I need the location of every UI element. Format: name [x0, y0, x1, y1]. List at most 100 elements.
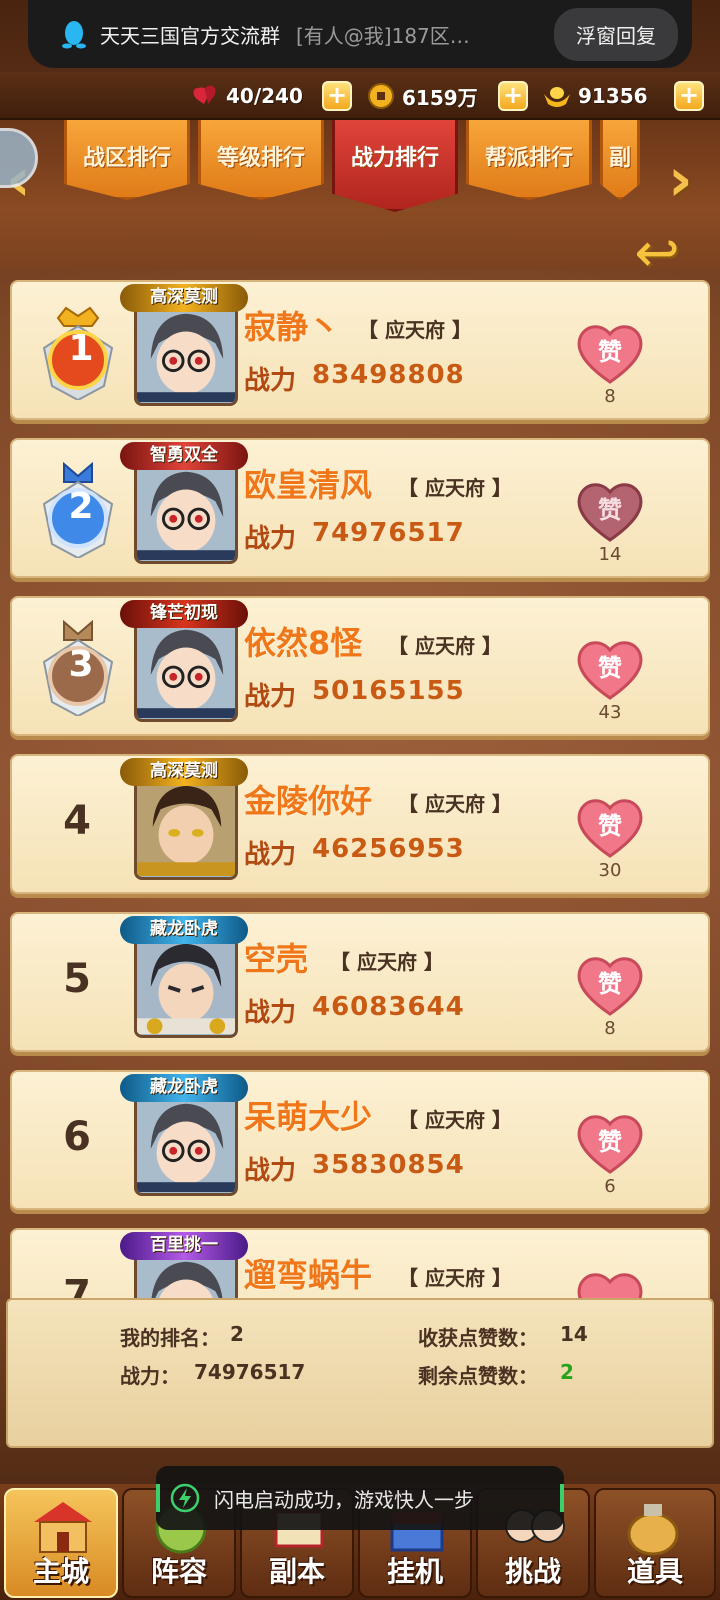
ranking-row[interactable]: 6 藏龙卧虎 呆萌大少 【 应天府 】 战力 35830854 赞 6: [10, 1070, 710, 1210]
tab-power-ranking[interactable]: 战力排行: [332, 120, 458, 212]
power-value: 46256953: [312, 834, 465, 864]
like-heart-icon[interactable]: 赞: [574, 478, 646, 542]
nav-label: 挂机: [386, 1555, 443, 1588]
qq-penguin-icon: [62, 21, 86, 49]
notification-banner[interactable]: 天天三国官方交流群 [有人@我]187区… 浮窗回复: [28, 0, 692, 68]
remaining-likes-value: 2: [560, 1360, 574, 1384]
like-count: 6: [604, 1176, 616, 1197]
power-label: 战力: [244, 840, 297, 870]
power-value: 50165155: [312, 676, 465, 706]
add-gold-button[interactable]: +: [674, 81, 704, 111]
player-server: 【 应天府 】: [388, 634, 502, 658]
player-name: 金陵你好: [244, 782, 373, 820]
ranking-row[interactable]: 1 高深莫测 寂静丶 【 应天府 】 战力 83498808 赞 8: [10, 280, 710, 420]
avatar[interactable]: [134, 458, 238, 564]
copper-resource: 6159万: [366, 80, 478, 112]
my-rank-value: 2: [230, 1322, 244, 1346]
remaining-likes-label: 剩余点赞数：: [418, 1364, 538, 1388]
resource-bar: 40/240 + 6159万 + 91356 +: [0, 72, 720, 120]
player-server: 【 应天府 】: [398, 1266, 512, 1290]
nav-label: 道具: [626, 1555, 683, 1588]
like-heart-icon[interactable]: 赞: [574, 636, 646, 700]
player-portrait-icon: [137, 462, 235, 560]
tab-level-ranking[interactable]: 等级排行: [198, 120, 324, 200]
ranking-row[interactable]: 5 藏龙卧虎 空壳 【 应天府 】 战力 46083644 赞 8: [10, 912, 710, 1052]
like-label: 赞: [597, 970, 622, 998]
ranking-row[interactable]: 3 锋芒初现 依然8怪 【 应天府 】 战力 50165155 赞 43: [10, 596, 710, 736]
like-count: 30: [598, 860, 622, 881]
copper-coin-icon: [368, 83, 394, 109]
nav-label: 副本: [268, 1555, 325, 1588]
like-label: 赞: [597, 338, 622, 366]
ranking-list[interactable]: 1 高深莫测 寂静丶 【 应天府 】 战力 83498808 赞 8 2 智勇双…: [0, 278, 720, 1298]
lightning-icon: [170, 1483, 200, 1513]
player-server: 【 应天府 】: [398, 792, 512, 816]
power-label: 战力: [244, 682, 297, 712]
tab-zone-ranking[interactable]: 战区排行: [64, 120, 190, 200]
player-title-badge: 百里挑一: [120, 1232, 248, 1260]
player-portrait-icon: [137, 936, 235, 1034]
like-count: 14: [598, 544, 622, 565]
rank-number: 3: [68, 644, 94, 685]
my-ranking-panel: 我的排名： 2 战力： 74976517 收获点赞数： 14 剩余点赞数： 2: [6, 1298, 714, 1448]
player-portrait-icon: [137, 620, 235, 718]
toast-accent-left: [156, 1484, 160, 1512]
ranking-row[interactable]: 4 高深莫测 金陵你好 【 应天府 】 战力 46256953 赞 30: [10, 754, 710, 894]
tab-dungeon-ranking[interactable]: 副: [600, 120, 640, 200]
toast-message: 闪电启动成功，游戏快人一步: [156, 1466, 564, 1530]
like-heart-icon[interactable]: 赞: [574, 1110, 646, 1174]
player-title-badge: 藏龙卧虎: [120, 1074, 248, 1102]
nav-items[interactable]: 道具: [594, 1488, 716, 1598]
player-server: 【 应天府 】: [398, 1108, 512, 1132]
like-heart-icon[interactable]: [574, 1268, 646, 1298]
avatar[interactable]: [134, 616, 238, 722]
player-portrait-icon: [137, 304, 235, 402]
avatar[interactable]: [134, 774, 238, 880]
player-title-badge: 智勇双全: [120, 442, 248, 470]
ranking-row[interactable]: 7 百里挑一 遛弯蜗牛 【 应天府 】: [10, 1228, 710, 1298]
player-server: 【 应天府 】: [358, 318, 472, 342]
player-portrait-icon: [137, 778, 235, 876]
like-label: 赞: [597, 654, 622, 682]
avatar[interactable]: [134, 300, 238, 406]
ranking-row[interactable]: 2 智勇双全 欧皇清风 【 应天府 】 战力 74976517 赞 14: [10, 438, 710, 578]
player-server: 【 应天府 】: [398, 476, 512, 500]
player-name: 遛弯蜗牛: [244, 1256, 373, 1294]
stamina-value: 40/240: [226, 84, 303, 108]
like-heart-icon[interactable]: 赞: [574, 320, 646, 384]
power-value: 83498808: [312, 360, 465, 390]
nav-main-city[interactable]: 主城: [4, 1488, 118, 1598]
player-title-badge: 高深莫测: [120, 758, 248, 786]
like-label: 赞: [597, 812, 622, 840]
toast-accent-right: [560, 1484, 564, 1512]
player-portrait-icon: [137, 1094, 235, 1192]
avatar[interactable]: [134, 932, 238, 1038]
rank-number: 4: [63, 798, 91, 844]
gold-ingot-icon: [544, 87, 570, 107]
add-stamina-button[interactable]: +: [322, 81, 352, 111]
avatar[interactable]: [134, 1090, 238, 1196]
floating-reply-button[interactable]: 浮窗回复: [554, 7, 678, 61]
like-count: 43: [598, 702, 622, 723]
like-heart-icon[interactable]: 赞: [574, 794, 646, 858]
bag-icon: [627, 1504, 679, 1556]
tab-guild-ranking[interactable]: 帮派排行: [466, 120, 592, 200]
back-arrow-button[interactable]: ↩: [622, 226, 692, 284]
player-server: 【 应天府 】: [330, 950, 444, 974]
power-value: 74976517: [312, 518, 465, 548]
toast-text: 闪电启动成功，游戏快人一步: [214, 1487, 474, 1512]
player-title-badge: 高深莫测: [120, 284, 248, 312]
player-title-badge: 藏龙卧虎: [120, 916, 248, 944]
my-rank-label: 我的排名：: [120, 1326, 220, 1350]
received-likes-label: 收获点赞数：: [418, 1326, 538, 1350]
my-power-label: 战力：: [120, 1364, 180, 1388]
like-count: 8: [604, 386, 616, 407]
nav-label: 主城: [32, 1555, 89, 1588]
player-name: 寂静丶: [244, 308, 341, 346]
player-name: 欧皇清风: [244, 466, 373, 504]
power-value: 35830854: [312, 1150, 465, 1180]
like-heart-icon[interactable]: 赞: [574, 952, 646, 1016]
add-copper-button[interactable]: +: [498, 81, 528, 111]
tabs-next-arrow[interactable]: ›: [668, 150, 708, 216]
like-label: 赞: [597, 496, 622, 524]
